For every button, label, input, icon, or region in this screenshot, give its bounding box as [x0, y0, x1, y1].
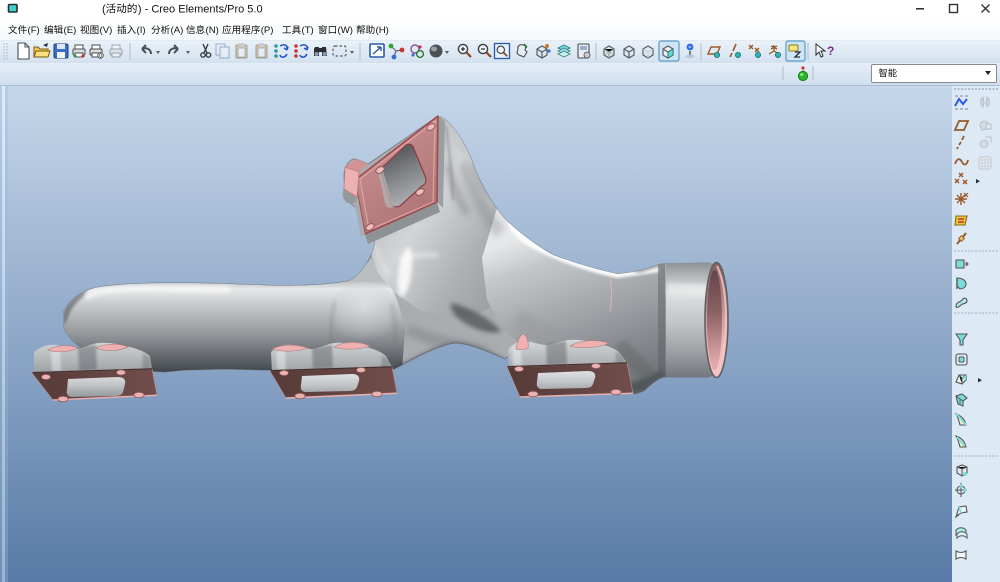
svg-text:?: ?: [827, 44, 834, 58]
svg-text:(E): (E): [64, 25, 77, 36]
svg-text:) - Creo Elements/Pro 5.0: ) - Creo Elements/Pro 5.0: [138, 3, 263, 15]
svg-text:(: (: [102, 3, 106, 15]
svg-text:(T): (T): [302, 25, 314, 36]
svg-text:(V): (V): [100, 25, 113, 36]
svg-text:(F): (F): [28, 25, 40, 36]
svg-text:(H): (H): [376, 25, 389, 36]
svg-text:0: 0: [99, 54, 102, 60]
svg-text:(W): (W): [338, 25, 353, 36]
svg-text:(P): (P): [261, 25, 274, 36]
svg-text:(N): (N): [206, 25, 219, 36]
svg-text:(A): (A): [171, 25, 184, 36]
svg-text:(I): (I): [137, 25, 146, 36]
